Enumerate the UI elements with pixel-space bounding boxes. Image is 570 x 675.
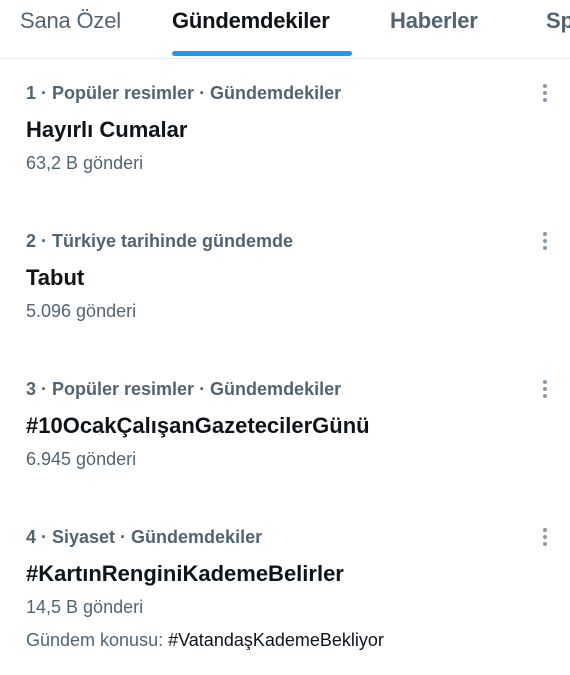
- more-vertical-icon[interactable]: [542, 230, 548, 252]
- trend-meta: 2 · Türkiye tarihinde gündemde: [26, 231, 294, 251]
- trend-topic: Gündem konusu: #VatandaşKademeBekliyor: [26, 629, 570, 651]
- trend-item[interactable]: 2 · Türkiye tarihinde gündemde Tabut 5.0…: [26, 230, 570, 322]
- tab-gundemdekiler[interactable]: Gündemdekiler: [172, 7, 330, 35]
- trend-post-count: 63,2 B gönderi: [26, 153, 144, 173]
- trend-post-count: 14,5 B gönderi: [26, 597, 144, 617]
- trend-item[interactable]: 3 · Popüler resimler · Gündemdekiler #10…: [26, 378, 570, 470]
- tab-sana-ozel[interactable]: Sana Özel: [20, 7, 121, 35]
- trend-item[interactable]: 4 · Siyaset · Gündemdekiler #KartınRengi…: [26, 526, 570, 651]
- trend-title: #KartınRenginiKademeBelirler: [26, 561, 344, 586]
- more-vertical-icon[interactable]: [542, 82, 548, 104]
- trend-post-count: 6.945 gönderi: [26, 449, 137, 469]
- trend-topic-prefix: Gündem konusu:: [26, 630, 164, 650]
- tab-bar: Sana Özel Gündemdekiler Haberler Sp: [0, 0, 570, 59]
- trend-meta: 3 · Popüler resimler · Gündemdekiler: [26, 379, 342, 399]
- trend-meta: 1 · Popüler resimler · Gündemdekiler: [26, 83, 342, 103]
- active-tab-indicator: [172, 51, 352, 56]
- trend-title: #10OcakÇalışanGazetecilerGünü: [26, 413, 370, 438]
- more-vertical-icon[interactable]: [542, 378, 548, 400]
- trend-meta: 4 · Siyaset · Gündemdekiler: [26, 527, 263, 547]
- trend-title: Hayırlı Cumalar: [26, 117, 188, 142]
- trend-post-count: 5.096 gönderi: [26, 301, 137, 321]
- trend-title: Tabut: [26, 265, 85, 290]
- more-vertical-icon[interactable]: [542, 526, 548, 548]
- trend-item[interactable]: 1 · Popüler resimler · Gündemdekiler Hay…: [26, 82, 570, 174]
- tab-haberler[interactable]: Haberler: [390, 7, 478, 35]
- tab-spor[interactable]: Sp: [546, 7, 570, 35]
- trend-topic-link[interactable]: #VatandaşKademeBekliyor: [168, 630, 384, 650]
